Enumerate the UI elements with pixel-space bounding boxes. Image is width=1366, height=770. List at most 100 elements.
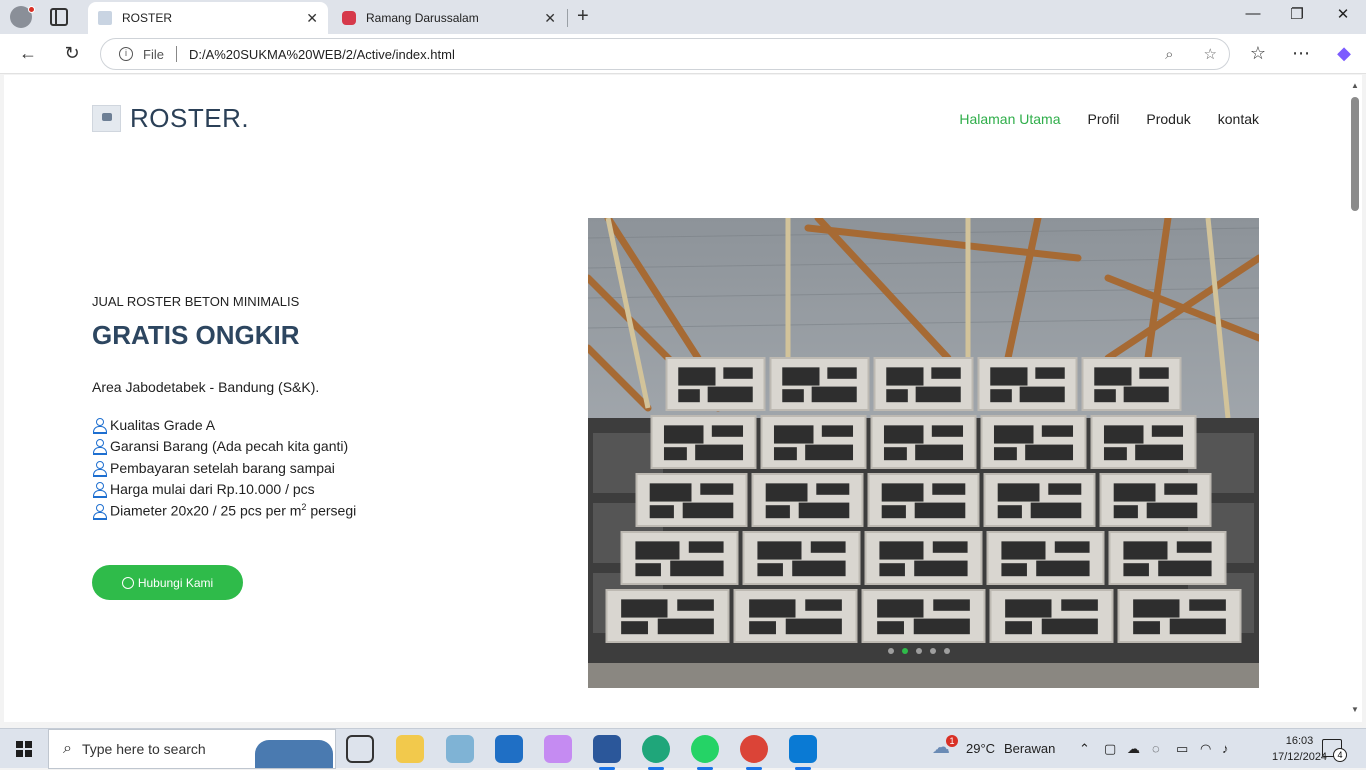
copilot-icon[interactable]: ◆	[1333, 43, 1355, 64]
roster-block-hole	[913, 618, 970, 635]
hero-kicker: JUAL ROSTER BETON MINIMALIS	[92, 294, 300, 309]
url-text[interactable]: D:/A%20SUKMA%20WEB/2/Active/index.html	[189, 47, 1147, 62]
word-icon[interactable]	[593, 735, 621, 770]
tab-ramang-darussalam[interactable]: Ramang Darussalam ✕	[332, 2, 566, 34]
roster-block-hole	[877, 621, 904, 635]
nav-link-kontak[interactable]: kontak	[1218, 111, 1259, 127]
roster-block-hole	[723, 367, 753, 379]
volume-icon[interactable]: ♪	[1222, 741, 1229, 756]
show-hidden-icons-icon[interactable]: ⌃	[1079, 741, 1090, 757]
onedrive-icon[interactable]: ◌	[1152, 741, 1160, 756]
roster-block-hole	[757, 563, 783, 577]
roster-block-hole	[1035, 367, 1065, 379]
roster-block-hole	[932, 541, 968, 553]
page-scrollbar[interactable]: ▲ ▼	[1348, 75, 1362, 722]
weather-condition[interactable]: Berawan	[1004, 741, 1055, 756]
task-view-icon[interactable]	[346, 735, 374, 763]
back-icon[interactable]: ←	[17, 43, 39, 64]
close-tab-icon[interactable]: ✕	[544, 10, 556, 27]
roster-block-hole	[1133, 621, 1160, 635]
copilot-app-icon[interactable]	[544, 735, 572, 763]
weather-temp[interactable]: 29°C	[966, 741, 995, 756]
favorite-star-icon[interactable]: ☆	[1204, 45, 1217, 63]
roster-block-hole	[1123, 541, 1168, 560]
nav-link-halaman-utama[interactable]: Halaman Utama	[959, 111, 1060, 127]
close-tab-icon[interactable]: ✕	[306, 10, 318, 27]
brand-logo-icon[interactable]	[92, 105, 121, 132]
whatsapp-app-icon[interactable]	[691, 735, 719, 770]
battery-icon[interactable]: ▭	[1176, 741, 1188, 757]
brand-name[interactable]: ROSTER.	[130, 103, 249, 134]
feature-text: Harga mulai dari Rp.10.000 / pcs	[110, 481, 315, 498]
carousel-indicators	[888, 648, 950, 654]
roster-block-hole	[695, 444, 744, 461]
windows-start-icon[interactable]	[16, 741, 32, 757]
carousel-dot[interactable]	[902, 648, 908, 654]
notification-count-badge: 4	[1333, 748, 1347, 762]
carousel-dot[interactable]	[944, 648, 950, 654]
ramang-favicon-icon	[342, 11, 356, 25]
roster-block-hole	[1103, 425, 1144, 444]
file-explorer-icon[interactable]	[396, 735, 424, 763]
roster-block-hole	[932, 483, 966, 495]
roster-block-hole	[1146, 502, 1198, 519]
cloud-offline-icon[interactable]: ☁	[1127, 741, 1140, 757]
wifi-icon[interactable]: ◠	[1200, 741, 1211, 757]
roster-block-hole	[663, 447, 687, 461]
roster-block-hole	[782, 389, 804, 403]
restore-icon[interactable]: ❐	[1274, 5, 1320, 23]
list-item: Diameter 20x20 / 25 pcs per m2 persegi	[92, 500, 356, 522]
roster-block-hole	[1151, 425, 1184, 437]
feature-text-prefix: Diameter 20x20 / 25 pcs per m	[110, 503, 302, 520]
hero-product-photo	[588, 218, 1259, 688]
contact-us-label: Hubungi Kami	[137, 575, 214, 590]
roster-block-hole	[1113, 483, 1156, 502]
zoom-icon[interactable]: ⌕	[1165, 46, 1173, 63]
chrome-icon[interactable]	[740, 735, 768, 770]
roster-block-hole	[1025, 444, 1074, 461]
roster-block-hole	[765, 483, 808, 502]
roster-block-hole	[657, 618, 714, 635]
address-bar[interactable]: i File D:/A%20SUKMA%20WEB/2/Active/index…	[100, 38, 1230, 70]
roster-block-hole	[670, 560, 724, 577]
roster-block-hole	[749, 621, 776, 635]
roster-block-hole	[993, 447, 1017, 461]
roster-block-hole	[914, 502, 966, 519]
nav-link-profil[interactable]: Profil	[1087, 111, 1119, 127]
roster-block-hole	[1133, 599, 1180, 618]
more-menu-icon[interactable]: ⋯	[1290, 43, 1312, 64]
roster-block-hole	[649, 483, 692, 502]
system-clock[interactable]: 16:03 17/12/2024	[1272, 733, 1327, 765]
roster-block-hole	[816, 483, 850, 495]
roster-block-hole	[1169, 618, 1226, 635]
meet-now-icon[interactable]: ▢	[1104, 741, 1116, 757]
nav-link-produk[interactable]: Produk	[1146, 111, 1190, 127]
vscode-icon[interactable]	[789, 735, 817, 770]
windows-app-icon[interactable]	[446, 735, 474, 763]
edge-icon[interactable]	[642, 735, 670, 770]
scroll-down-icon[interactable]: ▼	[1351, 705, 1359, 714]
scroll-thumb[interactable]	[1351, 97, 1359, 211]
refresh-icon[interactable]: ↻	[61, 43, 83, 64]
address-divider	[175, 46, 177, 62]
new-tab-icon[interactable]: +	[577, 5, 589, 28]
taskbar-search-box[interactable]: ⌕ Type here to search	[48, 729, 336, 769]
tab-actions-icon[interactable]	[50, 8, 68, 26]
carousel-dot[interactable]	[930, 648, 936, 654]
roster-block-hole	[1001, 563, 1027, 577]
roster-block-hole	[707, 386, 753, 403]
mail-icon[interactable]	[495, 735, 523, 763]
roster-block-hole	[688, 541, 724, 553]
roster-block-hole	[1094, 367, 1132, 386]
carousel-dot[interactable]	[916, 648, 922, 654]
site-info-icon[interactable]: i	[119, 47, 133, 61]
tab-roster[interactable]: ROSTER ✕	[88, 2, 328, 34]
minimize-icon[interactable]: —	[1230, 5, 1276, 22]
scroll-up-icon[interactable]: ▲	[1351, 81, 1359, 90]
roster-block-hole	[765, 505, 790, 519]
favorites-icon[interactable]: ☆	[1247, 43, 1269, 64]
roster-block-hole	[1041, 618, 1098, 635]
close-window-icon[interactable]: ✕	[1320, 5, 1366, 23]
carousel-dot[interactable]	[888, 648, 894, 654]
contact-us-button[interactable]: Hubungi Kami	[92, 565, 243, 600]
